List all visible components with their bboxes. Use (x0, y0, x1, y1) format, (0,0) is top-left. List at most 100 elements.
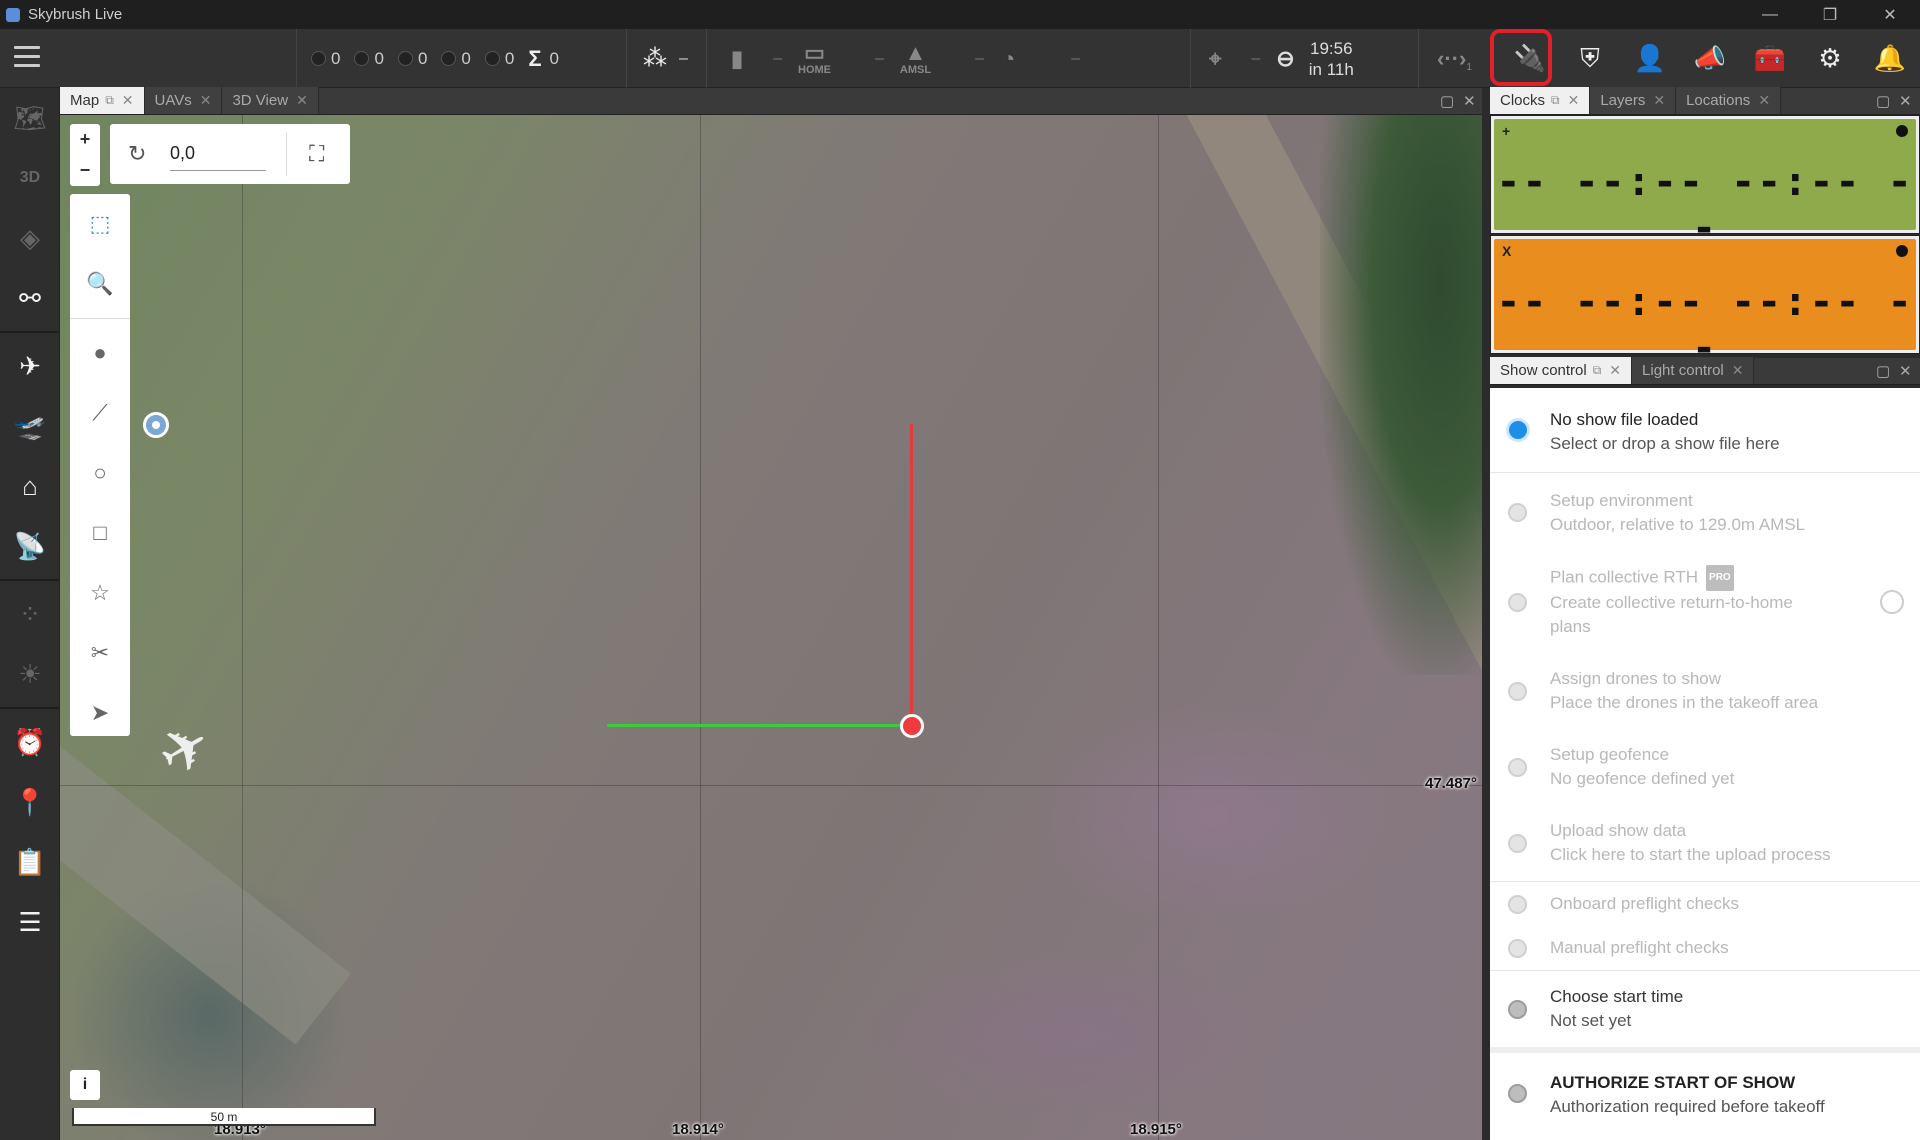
gps-time-group[interactable]: ⌖ – ⊖ 19:56 in 11h (1190, 29, 1430, 88)
3d-view-icon[interactable]: 3D (0, 148, 60, 208)
longitude-label: 18.914° (672, 1121, 724, 1138)
restore-button[interactable]: ❐ (1800, 0, 1860, 29)
popout-icon: ⧉ (1592, 363, 1602, 377)
close-icon: ✕ (199, 92, 212, 108)
line-tool-icon[interactable]: ⟋ (70, 383, 130, 443)
home-altitude-icon: ▭ HOME (798, 39, 832, 76)
step-status-radio (1508, 895, 1527, 914)
step-setup-environment[interactable]: Setup environment Outdoor, relative to 1… (1490, 473, 1920, 551)
maximize-icon[interactable]: ▢ (1876, 92, 1890, 110)
tab-locations[interactable]: Locations ✕ (1676, 87, 1782, 114)
step-status-radio (1508, 682, 1527, 701)
bell-icon[interactable]: 🔔 (1860, 29, 1920, 88)
location-pin-icon[interactable]: 📍 (0, 772, 60, 832)
tab-layers[interactable]: Layers ✕ (1590, 87, 1677, 114)
list-icon[interactable]: ☰ (0, 892, 60, 952)
close-icon: ✕ (1731, 362, 1744, 378)
zoom-control: + − (70, 124, 100, 186)
antenna-icon[interactable]: 📡 (0, 516, 60, 576)
step-onboard-checks[interactable]: Onboard preflight checks (1490, 882, 1920, 926)
drone-count-group[interactable]: ⁂ – (626, 29, 706, 88)
longitude-label: 18.915° (1130, 1121, 1182, 1138)
close-window-button[interactable]: ✕ (1860, 0, 1920, 29)
step-status-radio (1508, 1000, 1527, 1019)
circle-tool-icon[interactable]: ○ (70, 443, 130, 503)
select-tool-icon[interactable]: ⬚ (70, 194, 130, 254)
takeoff-icon[interactable]: 🛫 (0, 396, 60, 456)
step-upload-show[interactable]: Upload show data Click here to start the… (1490, 805, 1920, 882)
toolbox-icon[interactable]: 🧰 (1740, 29, 1800, 88)
pointer-tool-icon[interactable]: ➤ (70, 683, 130, 743)
user-icon[interactable]: 👤 (1620, 29, 1680, 88)
clock-display-2: X -- --:-- --:-- -- (1490, 235, 1920, 371)
location-marker[interactable] (143, 412, 169, 438)
map-view[interactable]: 47.487° 18.913° 18.914° 18.915° ✈ (60, 115, 1482, 1140)
latitude-label: 47.487° (1425, 775, 1477, 792)
tab-uavs[interactable]: UAVs ✕ (144, 87, 223, 114)
geometry-icon[interactable]: ⚯ (0, 268, 60, 328)
tab-clocks[interactable]: Clocks ⧉ ✕ (1490, 87, 1591, 114)
minimize-button[interactable]: — (1740, 0, 1800, 29)
swarm-icon[interactable]: ⁘ (0, 584, 60, 644)
close-panel-icon[interactable]: ✕ (1899, 92, 1912, 110)
tab-show-control[interactable]: Show control ⧉ ✕ (1490, 357, 1633, 384)
layers-icon[interactable]: ◈ (0, 208, 60, 268)
sum-counter: Σ0 (528, 45, 560, 71)
close-panel-icon[interactable]: ✕ (1463, 92, 1476, 110)
fit-view-icon[interactable]: ⛶ (309, 141, 324, 167)
scissors-tool-icon[interactable]: ✂ (70, 623, 130, 683)
zoom-in-button[interactable]: + (70, 124, 100, 155)
point-tool-icon[interactable]: ● (70, 323, 130, 383)
rectangle-tool-icon[interactable]: □ (70, 503, 130, 563)
connection-group[interactable]: ‹··› 1 (1418, 29, 1490, 88)
step-load-show[interactable]: No show file loaded Select or drop a sho… (1490, 388, 1920, 473)
step-setup-geofence[interactable]: Setup geofence No geofence defined yet (1490, 729, 1920, 805)
maximize-icon[interactable]: ▢ (1440, 92, 1454, 110)
rotation-input[interactable] (170, 137, 266, 171)
step-assign-drones[interactable]: Assign drones to show Place the drones i… (1490, 653, 1920, 729)
home-icon[interactable]: ⌂ (0, 456, 60, 516)
rotate-icon[interactable]: ↻ (128, 141, 158, 167)
uav-status-counters[interactable]: 0 0 0 0 0 Σ0 (296, 29, 626, 88)
step-status-radio (1508, 1084, 1527, 1103)
origin-marker[interactable] (900, 714, 924, 738)
counter-2: 0 (354, 49, 384, 69)
more-icon[interactable] (1880, 590, 1904, 614)
tab-map[interactable]: Map ⧉ ✕ (60, 87, 145, 114)
menu-icon[interactable] (14, 46, 40, 70)
step-status-radio (1508, 834, 1527, 853)
close-icon: ✕ (1758, 92, 1771, 108)
shield-icon[interactable]: ⛨ (1560, 29, 1620, 88)
counter-1: 0 (311, 49, 340, 69)
info-button[interactable]: i (70, 1070, 100, 1100)
step-choose-start-time[interactable]: Choose start time Not set yet (1490, 971, 1920, 1053)
gear-icon[interactable]: ⚙ (1800, 29, 1860, 88)
star-tool-icon[interactable]: ☆ (70, 563, 130, 623)
step-authorize-show[interactable]: AUTHORIZE START OF SHOW Authorization re… (1490, 1053, 1920, 1133)
tab-light-control[interactable]: Light control ✕ (1632, 357, 1755, 384)
link-icon: ‹··› (1437, 45, 1467, 71)
clipboard-icon[interactable]: 📋 (0, 832, 60, 892)
scale-bar: 50 m (72, 1108, 376, 1126)
rotation-control: ↻ ⛶ (110, 124, 350, 184)
map-icon[interactable]: 🗺 (0, 88, 60, 148)
alarm-clock-icon[interactable]: ⏰ (0, 712, 60, 772)
tab-3d-view[interactable]: 3D View ✕ (222, 87, 319, 114)
zoom-out-button[interactable]: − (70, 155, 100, 186)
broadcast-icon[interactable]: 📣 (1680, 29, 1740, 88)
close-panel-icon[interactable]: ✕ (1899, 362, 1912, 380)
step-status-radio (1508, 939, 1527, 958)
amsl-altitude-icon: ▲ AMSL (899, 39, 932, 76)
step-manual-checks[interactable]: Manual preflight checks (1490, 926, 1920, 971)
app-icon (6, 7, 20, 22)
zoom-tool-icon[interactable]: 🔍 (70, 254, 130, 314)
airplane-icon[interactable]: ✈ (0, 336, 60, 396)
map-tools: ⬚ 🔍 ● ⟋ ○ □ ☆ ✂ ➤ (70, 194, 130, 736)
close-icon: ✕ (296, 92, 308, 108)
maximize-icon[interactable]: ▢ (1876, 362, 1890, 380)
counter-4: 0 (441, 49, 471, 69)
tree-line (1320, 115, 1482, 675)
step-plan-rth[interactable]: Plan collective RTH PRO Create collective… (1490, 551, 1920, 653)
light-icon[interactable]: ☀ (0, 644, 60, 704)
horizon-icon: ⊖ (1276, 45, 1295, 71)
